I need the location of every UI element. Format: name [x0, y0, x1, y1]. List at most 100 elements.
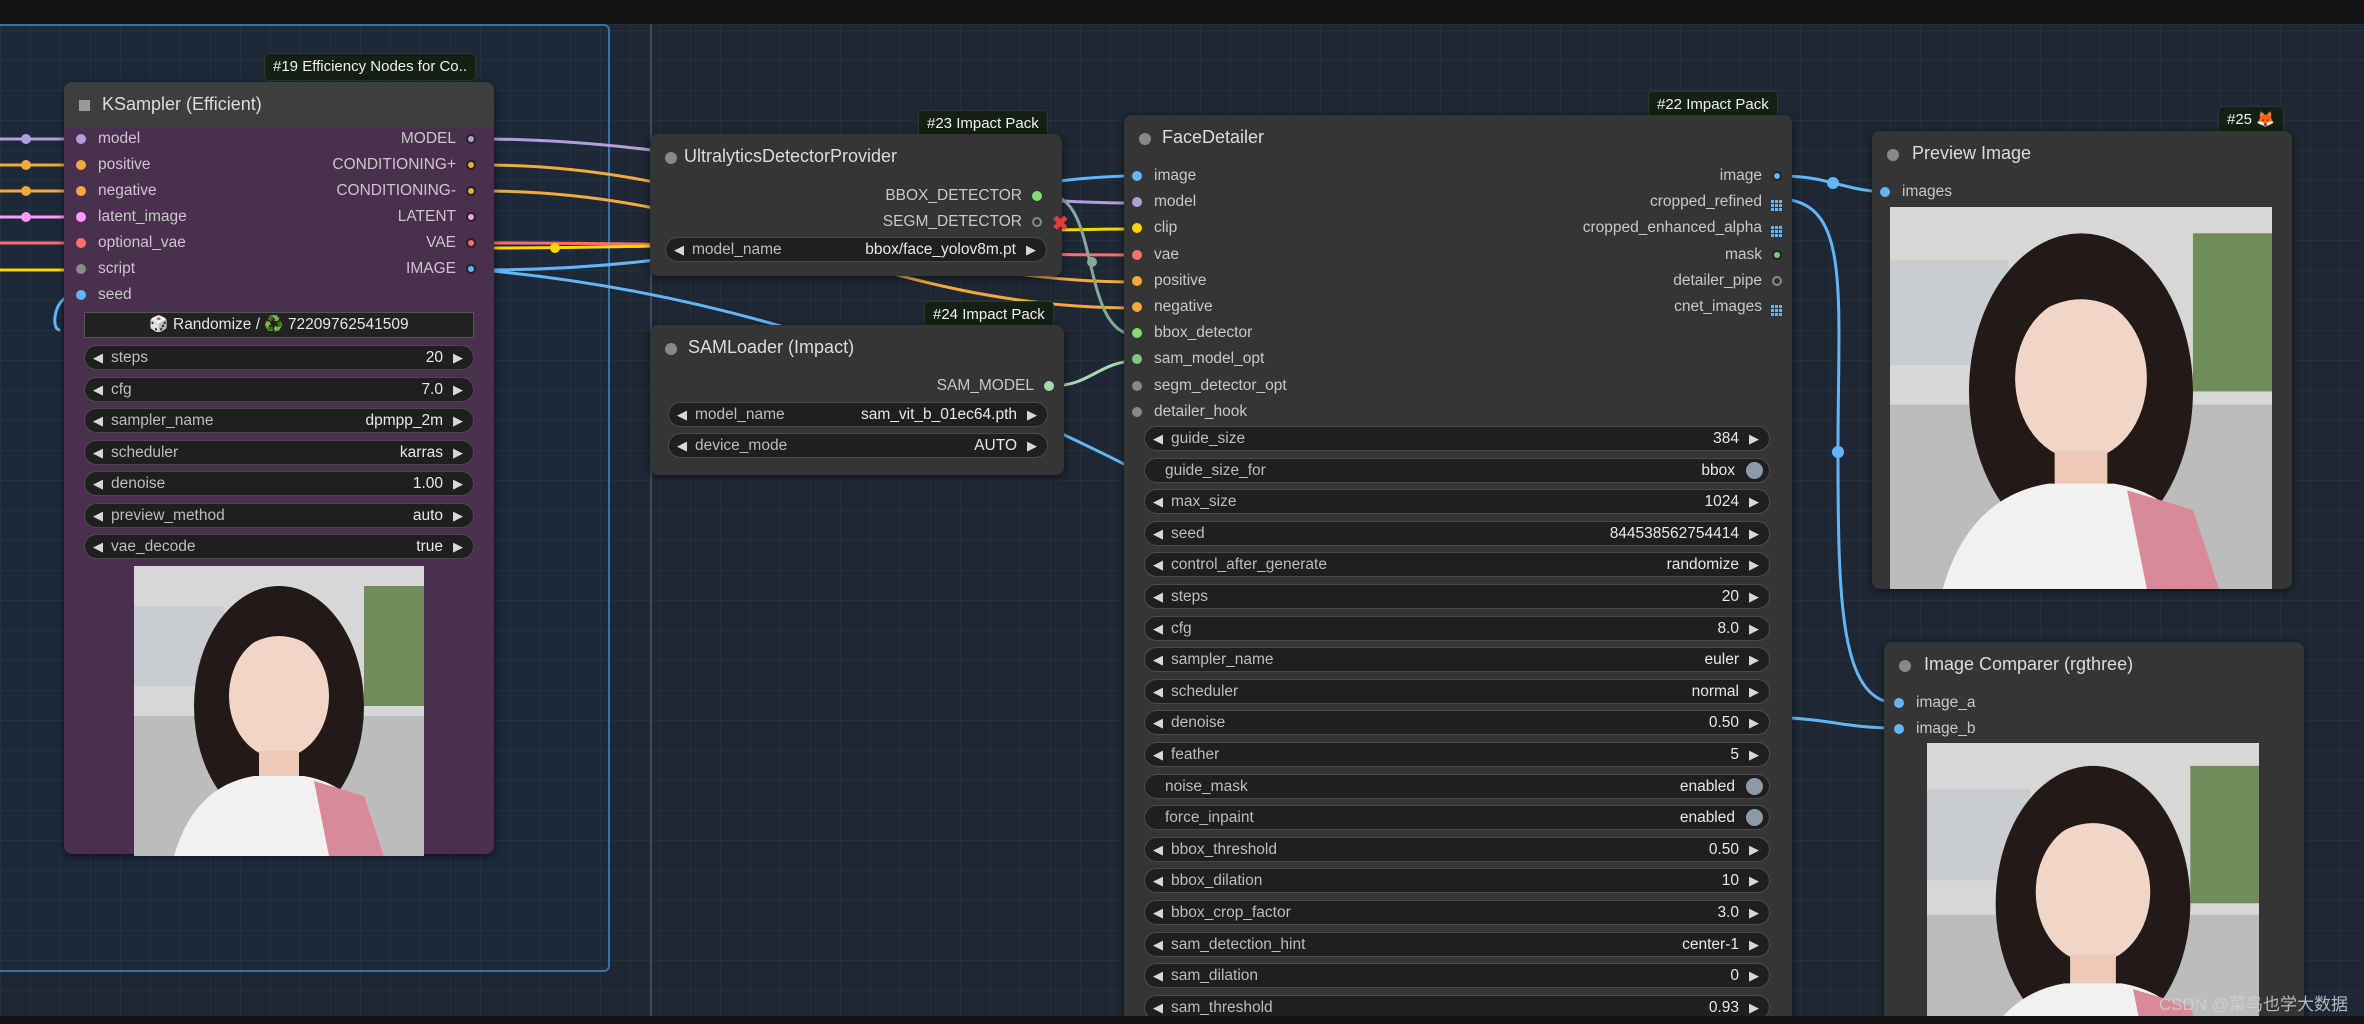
ultralytics-detector-node[interactable]: UltralyticsDetectorProvider BBOX_DETECTO… [650, 134, 1069, 276]
node-title-bar[interactable]: KSampler (Efficient) [64, 82, 494, 128]
output-slot-detailer-pipe[interactable]: detailer_pipe [1482, 270, 1782, 292]
slot-dot-icon[interactable] [76, 212, 86, 222]
increment-arrow-icon[interactable]: ▶ [453, 346, 463, 369]
increment-arrow-icon[interactable]: ▶ [453, 409, 463, 432]
comparer-image[interactable] [1927, 743, 2259, 1024]
slot-dot-icon[interactable] [1032, 217, 1042, 227]
slot-dot-icon[interactable] [1772, 249, 1782, 260]
output-slot-image[interactable]: IMAGE [176, 258, 476, 280]
decrement-arrow-icon[interactable]: ◀ [1153, 838, 1163, 861]
slot-dot-icon[interactable] [76, 186, 86, 196]
output-slot-latent[interactable]: LATENT [176, 206, 476, 228]
increment-arrow-icon[interactable]: ▶ [1749, 490, 1759, 513]
output-slot-mask[interactable]: mask [1482, 244, 1782, 266]
widget-seed[interactable]: ◀ seed 844538562754414 ▶ [1144, 520, 1770, 546]
increment-arrow-icon[interactable]: ▶ [1749, 680, 1759, 703]
slot-dot-icon[interactable] [1032, 191, 1042, 201]
widget-cfg[interactable]: ◀ cfg 8.0 ▶ [1144, 615, 1770, 641]
output-slot-bbox-detector[interactable]: BBOX_DETECTOR [742, 185, 1042, 207]
slot-dot-icon[interactable] [76, 238, 86, 248]
decrement-arrow-icon[interactable]: ◀ [1153, 869, 1163, 892]
collapse-toggle-icon[interactable] [1899, 660, 1911, 672]
slot-dot-icon[interactable] [1132, 328, 1142, 339]
decrement-arrow-icon[interactable]: ◀ [677, 403, 687, 426]
slot-dot-icon[interactable] [76, 160, 86, 170]
node-canvas[interactable]: #19 Efficiency Nodes for Co.. KSampler (… [0, 0, 2364, 1024]
slot-dot-icon[interactable] [1880, 187, 1890, 197]
decrement-arrow-icon[interactable]: ◀ [1153, 743, 1163, 766]
widget-noise-mask[interactable]: noise_mask enabled [1144, 773, 1770, 799]
widget-steps[interactable]: ◀ steps 20 ▶ [1144, 584, 1770, 609]
slot-dot-icon[interactable] [1132, 171, 1142, 181]
grid-list-icon[interactable] [1771, 196, 1782, 212]
node-title-bar[interactable]: FaceDetailer [1124, 115, 1792, 161]
slot-dot-icon[interactable] [466, 238, 476, 248]
increment-arrow-icon[interactable]: ▶ [1026, 238, 1036, 261]
output-slot-vae[interactable]: VAE [176, 232, 476, 254]
decrement-arrow-icon[interactable]: ◀ [674, 238, 684, 261]
decrement-arrow-icon[interactable]: ◀ [1153, 427, 1163, 450]
output-slot-cropped-refined[interactable]: cropped_refined [1482, 191, 1782, 213]
widget-denoise[interactable]: ◀ denoise 1.00 ▶ [84, 471, 474, 496]
seed-randomize-button[interactable]: 🎲 Randomize / ♻️ 72209762541509 [84, 312, 474, 338]
increment-arrow-icon[interactable]: ▶ [1749, 838, 1759, 861]
decrement-arrow-icon[interactable]: ◀ [93, 409, 103, 432]
image-comparer-node[interactable]: Image Comparer (rgthree) image_a image_b [1884, 642, 2304, 1024]
slot-dot-icon[interactable] [1132, 223, 1142, 234]
widget-sam-detection-hint[interactable]: ◀ sam_detection_hint center-1 ▶ [1144, 931, 1770, 957]
decrement-arrow-icon[interactable]: ◀ [677, 434, 687, 457]
decrement-arrow-icon[interactable]: ◀ [93, 472, 103, 495]
toggle-knob-icon[interactable] [1746, 461, 1763, 479]
decrement-arrow-icon[interactable]: ◀ [1153, 964, 1163, 987]
slot-dot-icon[interactable] [76, 264, 86, 274]
collapse-toggle-icon[interactable] [665, 152, 677, 164]
decrement-arrow-icon[interactable]: ◀ [93, 504, 103, 527]
widget-scheduler[interactable]: ◀ scheduler karras ▶ [84, 439, 474, 465]
output-slot-segm-detector[interactable]: SEGM_DETECTOR [742, 211, 1042, 233]
slot-dot-icon[interactable] [1132, 302, 1142, 312]
slot-dot-icon[interactable] [1132, 275, 1142, 286]
output-slot-image[interactable]: image [1482, 165, 1782, 187]
slot-dot-icon[interactable] [76, 290, 86, 300]
slot-dot-icon[interactable] [1132, 406, 1142, 417]
grid-list-icon[interactable] [1771, 301, 1782, 316]
slot-dot-icon[interactable] [466, 212, 476, 222]
output-slot-model[interactable]: MODEL [176, 128, 476, 150]
widget-steps[interactable]: ◀ steps 20 ▶ [84, 345, 474, 370]
decrement-arrow-icon[interactable]: ◀ [93, 346, 103, 369]
widget-model-name[interactable]: ◀ model_name sam_vit_b_01ec64.pth ▶ [668, 402, 1048, 427]
increment-arrow-icon[interactable]: ▶ [1749, 427, 1759, 450]
increment-arrow-icon[interactable]: ▶ [1027, 434, 1037, 457]
widget-bbox-dilation[interactable]: ◀ bbox_dilation 10 ▶ [1144, 868, 1770, 894]
decrement-arrow-icon[interactable]: ◀ [1153, 617, 1163, 640]
decrement-arrow-icon[interactable]: ◀ [93, 378, 103, 401]
widget-scheduler[interactable]: ◀ scheduler normal ▶ [1144, 678, 1770, 704]
decrement-arrow-icon[interactable]: ◀ [1153, 648, 1163, 671]
widget-device-mode[interactable]: ◀ device_mode AUTO ▶ [668, 433, 1048, 458]
widget-vae-decode[interactable]: ◀ vae_decode true ▶ [84, 534, 474, 559]
facedetailer-node[interactable]: FaceDetailer image model clip vae positive ne… [1124, 115, 1792, 1024]
increment-arrow-icon[interactable]: ▶ [1749, 743, 1759, 766]
widget-feather[interactable]: ◀ feather 5 ▶ [1144, 742, 1770, 767]
widget-sampler-name[interactable]: ◀ sampler_name dpmpp_2m ▶ [84, 408, 474, 433]
increment-arrow-icon[interactable]: ▶ [1749, 648, 1759, 671]
decrement-arrow-icon[interactable]: ◀ [1153, 553, 1163, 576]
preview-image-node[interactable]: Preview Image images [1872, 131, 2292, 589]
increment-arrow-icon[interactable]: ▶ [453, 472, 463, 495]
node-title-bar[interactable]: SAMLoader (Impact) [650, 325, 1064, 371]
widget-guide-size-for[interactable]: guide_size_for bbox [1144, 457, 1770, 483]
increment-arrow-icon[interactable]: ▶ [453, 378, 463, 401]
ksampler-efficient-node[interactable]: KSampler (Efficient) model positive negati… [64, 82, 494, 856]
slot-dot-icon[interactable] [1132, 197, 1142, 208]
widget-max-size[interactable]: ◀ max_size 1024 ▶ [1144, 489, 1770, 515]
increment-arrow-icon[interactable]: ▶ [1749, 933, 1759, 956]
slot-dot-icon[interactable] [466, 264, 476, 274]
slot-dot-icon[interactable] [1894, 724, 1904, 734]
toggle-knob-icon[interactable] [1746, 777, 1763, 795]
increment-arrow-icon[interactable]: ▶ [1749, 869, 1759, 892]
toggle-knob-icon[interactable] [1746, 809, 1763, 827]
slot-dot-icon[interactable] [1894, 698, 1904, 708]
samloader-node[interactable]: SAMLoader (Impact) SAM_MODEL ◀ model_nam… [650, 325, 1064, 475]
increment-arrow-icon[interactable]: ▶ [1749, 901, 1759, 924]
widget-bbox-threshold[interactable]: ◀ bbox_threshold 0.50 ▶ [1144, 836, 1770, 862]
